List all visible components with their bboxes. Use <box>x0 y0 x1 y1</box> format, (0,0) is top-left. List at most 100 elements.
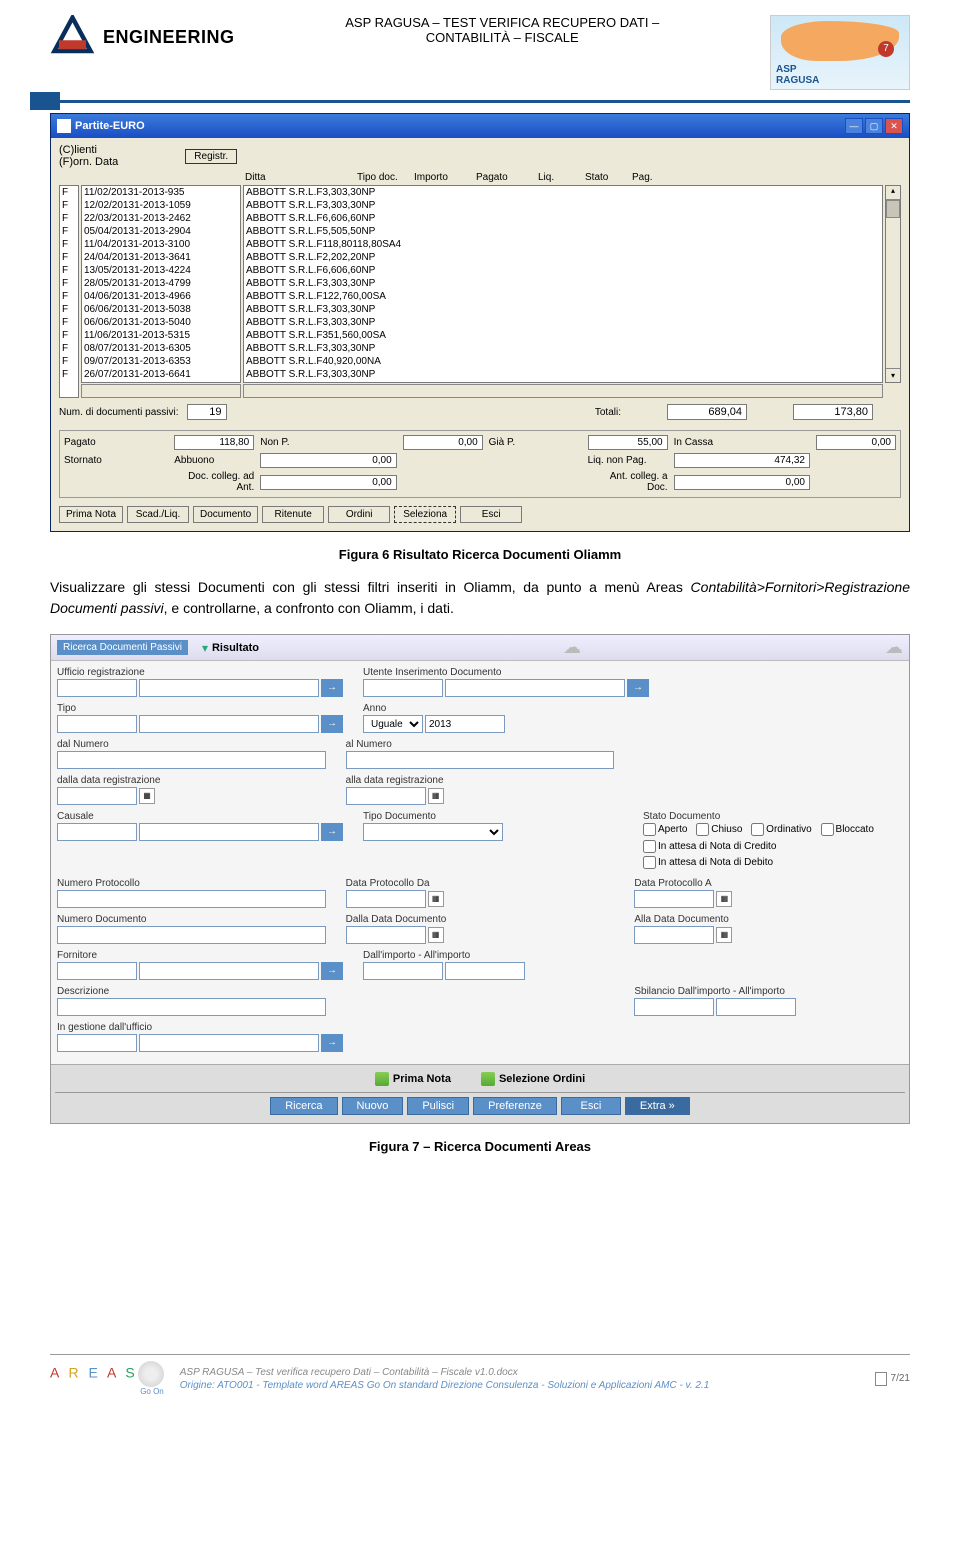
table-row[interactable]: 06/06/20131-2013-5040 <box>82 316 240 329</box>
table-row[interactable]: ABBOTT S.R.L.F122,760,00SA <box>244 290 882 303</box>
table-row[interactable]: F <box>60 212 78 225</box>
listbox-main[interactable]: ABBOTT S.R.L.F3,303,30NPABBOTT S.R.L.F3,… <box>243 185 883 383</box>
table-row[interactable]: 26/07/20131-2013-6641 <box>82 368 240 381</box>
tipo-documento-select[interactable] <box>363 823 503 841</box>
table-row[interactable]: F <box>60 225 78 238</box>
table-row[interactable]: F <box>60 368 78 381</box>
table-row[interactable]: F <box>60 199 78 212</box>
ufficio-desc[interactable] <box>139 679 319 697</box>
win-button-ritenute[interactable]: Ritenute <box>262 506 324 523</box>
extra-button[interactable]: Extra » <box>625 1097 690 1115</box>
anno-value[interactable] <box>425 715 505 733</box>
table-row[interactable]: 28/05/20131-2013-4799 <box>82 277 240 290</box>
table-row[interactable]: 08/07/20131-2013-6305 <box>82 342 240 355</box>
alla-data-reg[interactable] <box>346 787 426 805</box>
table-row[interactable]: 12/02/20131-2013-1059 <box>82 199 240 212</box>
lookup-button[interactable]: → <box>321 823 343 841</box>
chk-bloccato[interactable]: Bloccato <box>821 823 874 836</box>
win-button-scadliq[interactable]: Scad./Liq. <box>127 506 189 523</box>
listbox-flag[interactable]: FFFFFFFFFFFFFFF <box>59 185 79 398</box>
table-row[interactable]: ABBOTT S.R.L.F40,920,00NA <box>244 355 882 368</box>
win-button-ordini[interactable]: Ordini <box>328 506 390 523</box>
calendar-icon[interactable]: ▦ <box>139 788 155 804</box>
breadcrumb[interactable]: Ricerca Documenti Passivi <box>57 640 188 655</box>
table-row[interactable]: 11/02/20131-2013-935 <box>82 186 240 199</box>
table-row[interactable]: ABBOTT S.R.L.F3,303,30NP <box>244 303 882 316</box>
table-row[interactable]: 05/04/20131-2013-2904 <box>82 225 240 238</box>
table-row[interactable]: ABBOTT S.R.L.F3,303,30NP <box>244 199 882 212</box>
table-row[interactable]: 11/04/20131-2013-3100 <box>82 238 240 251</box>
table-row[interactable]: ABBOTT S.R.L.F3,303,30NP <box>244 277 882 290</box>
table-row[interactable]: ABBOTT S.R.L.F351,560,00SA <box>244 329 882 342</box>
risultato-link[interactable]: ▾Risultato <box>202 641 259 655</box>
table-row[interactable]: 22/03/20131-2013-2462 <box>82 212 240 225</box>
hscroll-main[interactable] <box>243 384 883 398</box>
chk-attesa-debito[interactable]: In attesa di Nota di Debito <box>643 856 773 869</box>
chk-aperto[interactable]: Aperto <box>643 823 687 836</box>
table-row[interactable]: ABBOTT S.R.L.F3,303,30NP <box>244 186 882 199</box>
descrizione[interactable] <box>57 998 326 1016</box>
table-row[interactable]: 09/07/20131-2013-6353 <box>82 355 240 368</box>
win-button-primanota[interactable]: Prima Nota <box>59 506 123 523</box>
lookup-button[interactable]: → <box>321 962 343 980</box>
tipo-code[interactable] <box>57 715 137 733</box>
lookup-button[interactable]: → <box>321 1034 343 1052</box>
dal-numero[interactable] <box>57 751 326 769</box>
chk-chiuso[interactable]: Chiuso <box>696 823 742 836</box>
table-row[interactable]: F <box>60 186 78 199</box>
titlebar[interactable]: Partite-EURO — ▢ ✕ <box>51 114 909 138</box>
table-row[interactable]: F <box>60 355 78 368</box>
alla-data-doc[interactable] <box>634 926 714 944</box>
table-row[interactable]: F <box>60 290 78 303</box>
anno-operator[interactable]: Uguale <box>363 715 423 733</box>
table-row[interactable]: F <box>60 238 78 251</box>
calendar-icon[interactable]: ▦ <box>428 788 444 804</box>
preferenze-button[interactable]: Preferenze <box>473 1097 557 1115</box>
win-button-seleziona[interactable]: Seleziona <box>394 506 456 523</box>
maximize-button[interactable]: ▢ <box>865 118 883 134</box>
table-row[interactable]: 06/06/20131-2013-5038 <box>82 303 240 316</box>
minimize-button[interactable]: — <box>845 118 863 134</box>
utente-desc[interactable] <box>445 679 625 697</box>
hscroll-dates[interactable] <box>81 384 241 398</box>
table-row[interactable]: ABBOTT S.R.L.F3,303,30NP <box>244 368 882 381</box>
lookup-button[interactable]: → <box>321 679 343 697</box>
calendar-icon[interactable]: ▦ <box>428 927 444 943</box>
table-row[interactable]: ABBOTT S.R.L.F118,80118,80SA4 <box>244 238 882 251</box>
listbox-dates[interactable]: 11/02/20131-2013-93512/02/20131-2013-105… <box>81 185 241 383</box>
calendar-icon[interactable]: ▦ <box>428 891 444 907</box>
table-row[interactable]: 04/06/20131-2013-4966 <box>82 290 240 303</box>
table-row[interactable]: ABBOTT S.R.L.F6,606,60NP <box>244 264 882 277</box>
table-row[interactable]: ABBOTT S.R.L.F5,505,50NP <box>244 225 882 238</box>
table-row[interactable]: F <box>60 316 78 329</box>
table-row[interactable]: F <box>60 251 78 264</box>
table-row[interactable]: F <box>60 342 78 355</box>
esci-button[interactable]: Esci <box>561 1097 621 1115</box>
nuovo-button[interactable]: Nuovo <box>342 1097 404 1115</box>
data-proto-da[interactable] <box>346 890 426 908</box>
pulisci-button[interactable]: Pulisci <box>407 1097 469 1115</box>
ufficio-code[interactable] <box>57 679 137 697</box>
all-importo[interactable] <box>445 962 525 980</box>
table-row[interactable]: ABBOTT S.R.L.F3,303,30NP <box>244 342 882 355</box>
causale-code[interactable] <box>57 823 137 841</box>
table-row[interactable]: 13/05/20131-2013-4224 <box>82 264 240 277</box>
ricerca-button[interactable]: Ricerca <box>270 1097 337 1115</box>
numero-documento[interactable] <box>57 926 326 944</box>
table-row[interactable]: 24/04/20131-2013-3641 <box>82 251 240 264</box>
dall-importo[interactable] <box>363 962 443 980</box>
calendar-icon[interactable]: ▦ <box>716 891 732 907</box>
numero-protocollo[interactable] <box>57 890 326 908</box>
table-row[interactable]: F <box>60 277 78 290</box>
causale-desc[interactable] <box>139 823 319 841</box>
table-row[interactable]: F <box>60 264 78 277</box>
fornitore-code[interactable] <box>57 962 137 980</box>
chk-ordinativo[interactable]: Ordinativo <box>751 823 812 836</box>
vscroll[interactable]: ▴ ▾ <box>885 185 901 383</box>
lookup-button[interactable]: → <box>321 715 343 733</box>
table-row[interactable]: 11/06/20131-2013-5315 <box>82 329 240 342</box>
table-row[interactable]: F <box>60 303 78 316</box>
table-row[interactable]: ABBOTT S.R.L.F3,303,30NP <box>244 316 882 329</box>
sbilancio-da[interactable] <box>634 998 714 1016</box>
close-button[interactable]: ✕ <box>885 118 903 134</box>
